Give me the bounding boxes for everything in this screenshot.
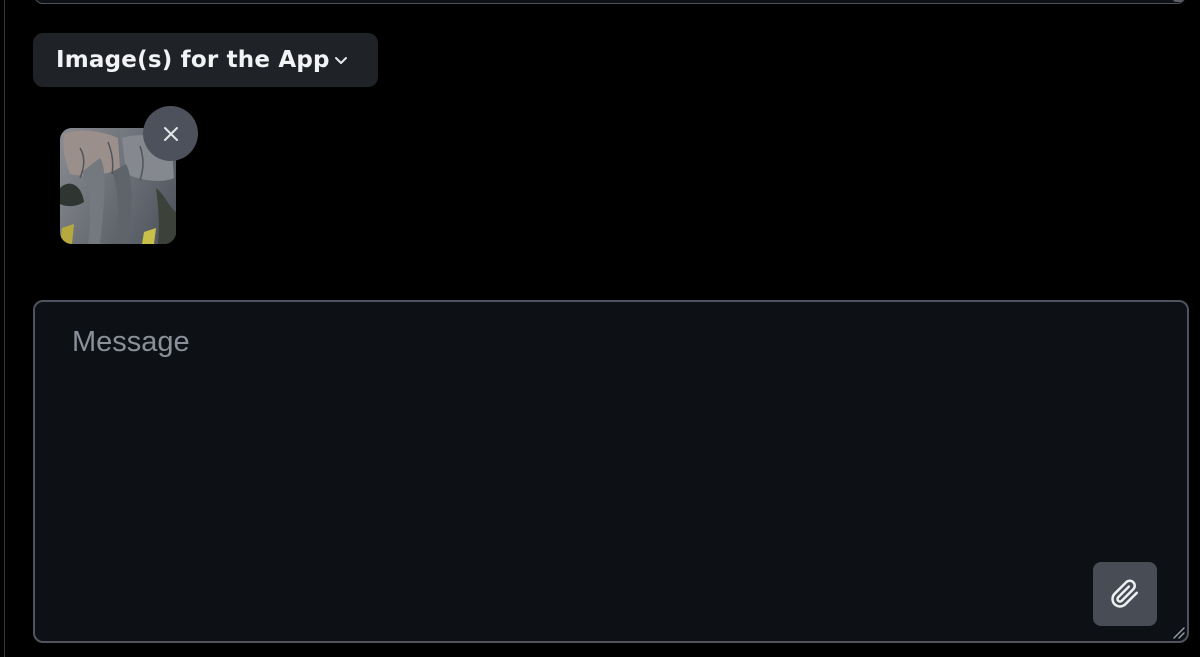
close-icon — [163, 126, 178, 141]
chevron-down-icon — [335, 57, 347, 64]
scrollbar-thumb[interactable] — [1173, 0, 1183, 2]
left-divider — [0, 0, 5, 657]
attach-file-button[interactable] — [1093, 562, 1157, 626]
message-input[interactable] — [35, 302, 1187, 641]
message-composer — [33, 300, 1189, 643]
image-for-app-dropdown[interactable]: Image(s) for the App — [33, 33, 378, 87]
paperclip-icon — [1111, 579, 1139, 608]
previous-input-field[interactable] — [34, 0, 1186, 4]
remove-image-button[interactable] — [143, 106, 198, 161]
page: Image(s) for the App — [0, 0, 1200, 657]
dropdown-label: Image(s) for the App — [56, 47, 330, 73]
resize-handle-icon[interactable] — [1171, 625, 1185, 639]
